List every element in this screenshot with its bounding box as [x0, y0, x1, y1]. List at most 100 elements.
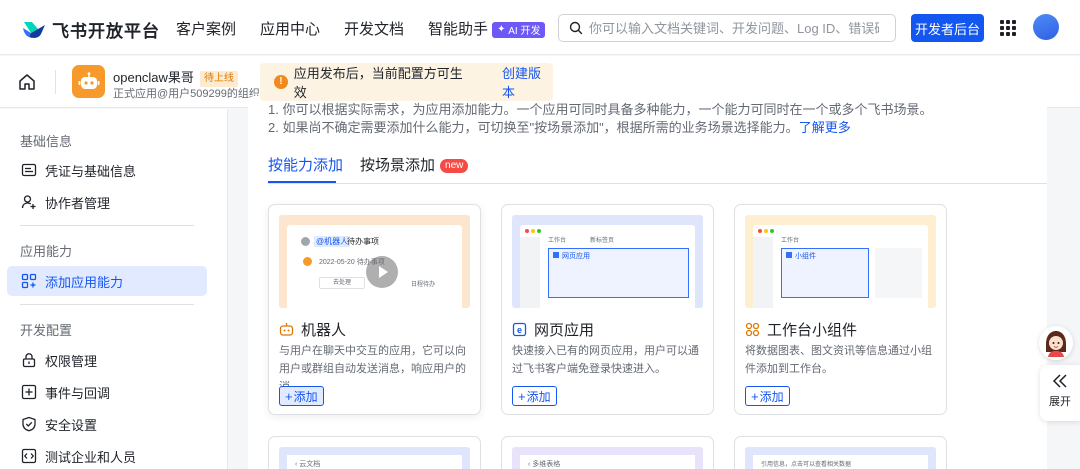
docs-label: 云文档	[299, 461, 321, 468]
sidebar-item-label: 权限管理	[45, 353, 98, 369]
web-app-preview: 工作台 新标签页 网页应用	[512, 215, 703, 308]
warning-icon: !	[274, 75, 288, 89]
web-preview-window: 工作台 新标签页 网页应用	[520, 225, 695, 308]
bot-preview-window: @机器人 待办事项 2022-05-20 待办事项 去处理 日程待办	[287, 225, 462, 308]
preview-window: 引用信息，点击可以查看相关数据	[753, 455, 928, 469]
user-avatar[interactable]	[1033, 14, 1059, 40]
sidebar-item-events[interactable]: 事件与回调	[7, 377, 207, 407]
sidebar-item-permissions[interactable]: 权限管理	[7, 345, 207, 375]
sidebar-section-basic: 基础信息	[20, 134, 73, 149]
nav-app-center[interactable]: 应用中心	[260, 18, 320, 39]
card-title-text: 机器人	[301, 322, 347, 339]
ai-dev-badge: ✦ AI 开发	[492, 21, 546, 38]
tab-by-scenario[interactable]: 按场景添加 new	[360, 154, 469, 175]
add-web-app-button[interactable]: + 添加	[512, 386, 557, 406]
card-title-text: 工作台小组件	[767, 322, 858, 339]
sidebar-divider	[20, 304, 194, 305]
card-title: 机器人	[279, 319, 346, 340]
expand-label: 展开	[1049, 396, 1071, 408]
preview-window: ‹ 多维表格	[520, 455, 695, 469]
add-bot-button[interactable]: + 添加	[279, 386, 324, 406]
sidebar-item-add-capability[interactable]: 添加应用能力	[7, 266, 207, 296]
docs-preview: ‹ 云文档	[279, 447, 470, 469]
assistant-avatar[interactable]	[1039, 326, 1073, 360]
nav-ai-assistant-label: 智能助手	[428, 21, 489, 38]
hint-line-2-text: 2. 如果尚不确定需要添加什么能力，可切换至"按场景添加"，根据所需的业务场景选…	[268, 120, 799, 135]
preview-label: ‹ 云文档	[295, 461, 321, 468]
widget-icon	[745, 322, 760, 337]
apps-grid-icon[interactable]	[1000, 20, 1016, 36]
search-input[interactable]	[589, 20, 879, 36]
app-subtitle: 正式应用@用户509299的组织	[113, 88, 260, 100]
capability-card-web-app[interactable]: 工作台 新标签页 网页应用 e 网页应用 快速接入已有的网页应用，用户可以通过飞…	[501, 204, 714, 415]
robot-icon	[78, 71, 99, 89]
preview-tab: 新标签页	[590, 238, 615, 244]
expand-panel-button[interactable]: 展开	[1040, 365, 1080, 421]
add-label: 添加	[759, 389, 784, 404]
widget-icon	[786, 252, 792, 258]
feishu-logo-icon	[23, 21, 45, 38]
hint-line-2: 2. 如果尚不确定需要添加什么能力，可切换至"按场景添加"，根据所需的业务场景选…	[268, 117, 851, 136]
tab-by-capability[interactable]: 按能力添加	[268, 154, 343, 175]
sidebar-item-label: 安全设置	[45, 417, 98, 433]
bot-preview: @机器人 待办事项 2022-05-20 待办事项 去处理 日程待办	[279, 215, 470, 308]
plus-icon: +	[518, 388, 526, 404]
app-name-text: openclaw果哥	[113, 70, 194, 85]
capability-card-reference[interactable]: 引用信息，点击可以查看相关数据	[734, 436, 947, 469]
add-widget-button[interactable]: + 添加	[745, 386, 790, 406]
user-add-icon	[21, 195, 36, 209]
search-box[interactable]	[558, 14, 896, 42]
card-description: 将数据图表、图文资讯等信息通过小组件添加到工作台。	[745, 345, 932, 375]
nav-dev-docs[interactable]: 开发文档	[344, 18, 404, 39]
capability-card-bitable[interactable]: ‹ 多维表格	[501, 436, 714, 469]
card-title: e 网页应用	[512, 319, 594, 340]
sparkle-icon: ✦	[497, 24, 509, 35]
preview-tab: 工作台	[548, 238, 567, 244]
ai-dev-badge-label: AI 开发	[508, 26, 541, 37]
preview-button: 去处理	[319, 277, 365, 289]
capability-card-bot[interactable]: @机器人 待办事项 2022-05-20 待办事项 去处理 日程待办 机器人 与…	[268, 204, 481, 415]
preview-tab: 工作台	[781, 238, 800, 244]
robot-icon	[279, 323, 294, 336]
capability-card-widget[interactable]: 工作台 小组件 工作台小组件 将数据图表、图文资讯等信息通过小组件添加到工作台。…	[734, 204, 947, 415]
widget-frame: 小组件	[781, 248, 869, 298]
event-icon	[21, 384, 37, 400]
sidebar-item-credentials[interactable]: 凭证与基础信息	[7, 155, 207, 185]
app-avatar[interactable]	[72, 65, 105, 98]
widget-preview: 工作台 小组件	[745, 215, 936, 308]
window-dots	[525, 229, 541, 233]
lock-icon	[22, 353, 36, 368]
top-nav: 客户案例 应用中心 开发文档 智能助手 ✦ AI 开发	[176, 18, 569, 39]
id-card-icon	[21, 163, 37, 177]
nav-ai-assistant[interactable]: 智能助手 ✦ AI 开发	[428, 18, 546, 39]
orange-dot-icon	[303, 257, 312, 266]
app-name[interactable]: openclaw果哥 待上线	[113, 67, 238, 87]
search-icon	[569, 21, 583, 35]
plus-icon: +	[751, 388, 759, 404]
sidebar-item-test-tenants[interactable]: 测试企业和人员	[7, 441, 207, 469]
preview-label: ‹ 多维表格	[528, 461, 561, 468]
developer-console-button[interactable]: 开发者后台	[911, 14, 984, 42]
web-frame-label: 网页应用	[562, 253, 590, 260]
tab-by-scenario-label: 按场景添加	[360, 157, 436, 174]
home-icon[interactable]	[18, 73, 36, 91]
brand-logo[interactable]: 飞书开放平台	[22, 17, 160, 42]
sidebar-item-security[interactable]: 安全设置	[7, 409, 207, 439]
card-title: 工作台小组件	[745, 319, 857, 340]
bot-tag: @机器人	[314, 236, 351, 247]
widget-frame-label: 小组件	[795, 253, 816, 260]
top-header: 飞书开放平台 客户案例 应用中心 开发文档 智能助手✦ AI 开发 开发者后台	[0, 0, 1080, 55]
reference-preview: 引用信息，点击可以查看相关数据	[745, 447, 936, 469]
add-label: 添加	[526, 389, 551, 404]
create-version-link[interactable]: 创建版本	[502, 63, 553, 101]
bitable-preview: ‹ 多维表格	[512, 447, 703, 469]
shield-icon	[22, 416, 36, 432]
notice-text: 应用发布后，当前配置方可生效	[293, 66, 463, 100]
nav-customer-cases[interactable]: 客户案例	[176, 18, 236, 39]
bot-note: 待办事项	[347, 237, 379, 246]
preview-text: 日程待办	[411, 282, 436, 288]
web-frame: 网页应用	[548, 248, 689, 298]
learn-more-link[interactable]: 了解更多	[799, 120, 851, 135]
sidebar-item-collaborators[interactable]: 协作者管理	[7, 187, 207, 217]
capability-card-docs[interactable]: ‹ 云文档	[268, 436, 481, 469]
